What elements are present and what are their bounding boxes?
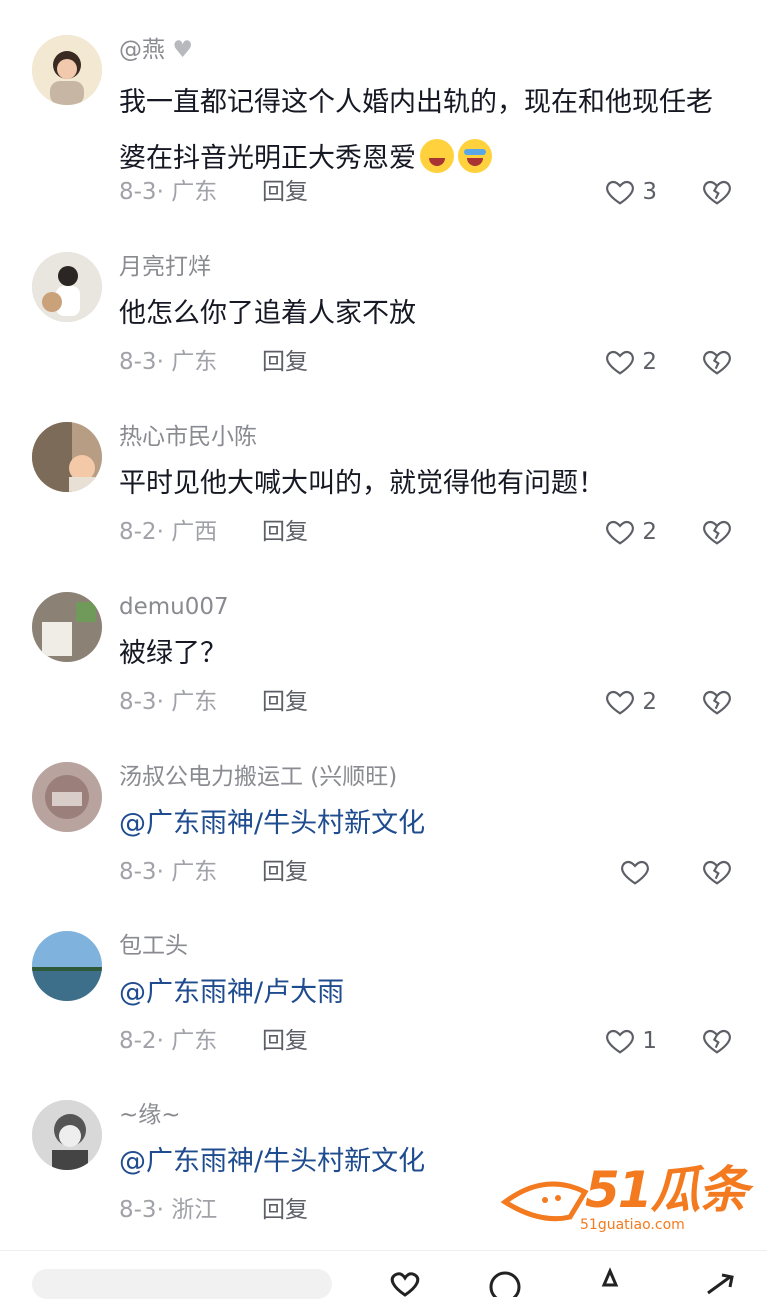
comment-author[interactable]: @燕 ♥ (119, 35, 193, 65)
comment-author[interactable]: 包工头 (119, 931, 188, 961)
comment-text: 平时见他大喊大叫的，就觉得他有问题！ (119, 468, 605, 499)
comment-author[interactable]: demu007 (119, 592, 229, 622)
watermark-url: 51guatiao.com (580, 1217, 685, 1233)
comment-meta: 8-3· 广东 (119, 179, 218, 205)
reply-button[interactable]: 回复 (262, 857, 308, 887)
like-count: 2 (642, 689, 657, 715)
comment-meta: 8-3· 浙江 (119, 1197, 218, 1223)
avatar[interactable] (32, 1100, 102, 1170)
like-button[interactable]: 2 (604, 684, 657, 720)
comment-author[interactable]: 月亮打烊 (119, 252, 211, 282)
comment-mention-link[interactable]: @广东雨神/卢大雨 (119, 965, 739, 1021)
avatar[interactable] (32, 35, 102, 105)
heart-icon[interactable] (385, 1267, 425, 1297)
like-button[interactable]: 3 (604, 174, 657, 210)
reply-button[interactable]: 回复 (262, 347, 308, 377)
comment-meta: 8-3· 广东 (119, 689, 218, 715)
reply-button[interactable]: 回复 (262, 1026, 308, 1056)
comment-author[interactable]: ~缘~ (119, 1100, 181, 1130)
share-icon[interactable] (700, 1267, 740, 1297)
like-count: 1 (642, 1028, 657, 1054)
broken-heart-icon[interactable] (701, 176, 733, 208)
broken-heart-icon[interactable] (701, 856, 733, 888)
avatar[interactable] (32, 762, 102, 832)
watermelon-logo-icon (500, 1181, 589, 1222)
comment-meta: 8-2· 广东 (119, 1028, 218, 1054)
like-count: 2 (642, 519, 657, 545)
avatar[interactable] (32, 422, 102, 492)
comment-meta: 8-2· 广西 (119, 519, 218, 545)
avatar[interactable] (32, 592, 102, 662)
comment-text: 被绿了？ (119, 638, 227, 669)
comment-text: 我一直都记得这个人婚内出轨的，现在和他现任老婆在抖音光明正大秀恩爱 (119, 87, 713, 174)
like-button[interactable]: 2 (604, 344, 657, 380)
broken-heart-icon[interactable] (701, 686, 733, 718)
star-icon[interactable] (590, 1267, 630, 1297)
reply-button[interactable]: 回复 (262, 517, 308, 547)
reply-button[interactable]: 回复 (262, 177, 308, 207)
comment-meta: 8-3· 广东 (119, 859, 218, 885)
comment-mention-link[interactable]: @广东雨神/牛头村新文化 (119, 796, 739, 852)
avatar[interactable] (32, 931, 102, 1001)
comment-meta: 8-3· 广东 (119, 349, 218, 375)
heart-outline-icon (606, 690, 635, 715)
heart-outline-icon (606, 350, 635, 375)
broken-heart-icon[interactable] (701, 346, 733, 378)
comment-text: 他怎么你了追着人家不放 (119, 298, 416, 329)
like-button[interactable] (619, 854, 657, 890)
comment-input[interactable] (32, 1269, 332, 1299)
broken-heart-icon[interactable] (701, 1025, 733, 1057)
watermark-logo: 51瓜条 51guatiao.com (500, 1160, 750, 1235)
like-button[interactable]: 2 (604, 514, 657, 550)
heart-outline-icon (606, 1029, 635, 1054)
crying-laughing-emoji-icon (458, 139, 492, 173)
heart-badge-icon: ♥ (172, 37, 193, 63)
heart-outline-icon (606, 180, 635, 205)
comment-author[interactable]: 热心市民小陈 (119, 422, 257, 452)
reply-button[interactable]: 回复 (262, 1195, 308, 1225)
comment-author[interactable]: 汤叔公电力搬运工 (兴顺旺) (119, 762, 397, 792)
avatar[interactable] (32, 252, 102, 322)
like-count: 2 (642, 349, 657, 375)
heart-outline-icon (621, 860, 649, 885)
broken-heart-icon[interactable] (701, 516, 733, 548)
like-count: 3 (642, 179, 657, 205)
watermark-brand: 51瓜条 (585, 1161, 749, 1219)
dizzy-face-emoji-icon (420, 139, 454, 173)
like-button[interactable]: 1 (604, 1023, 657, 1059)
heart-outline-icon (606, 520, 635, 545)
bottom-action-bar (0, 1250, 767, 1299)
reply-button[interactable]: 回复 (262, 687, 308, 717)
chat-icon[interactable] (485, 1267, 525, 1297)
